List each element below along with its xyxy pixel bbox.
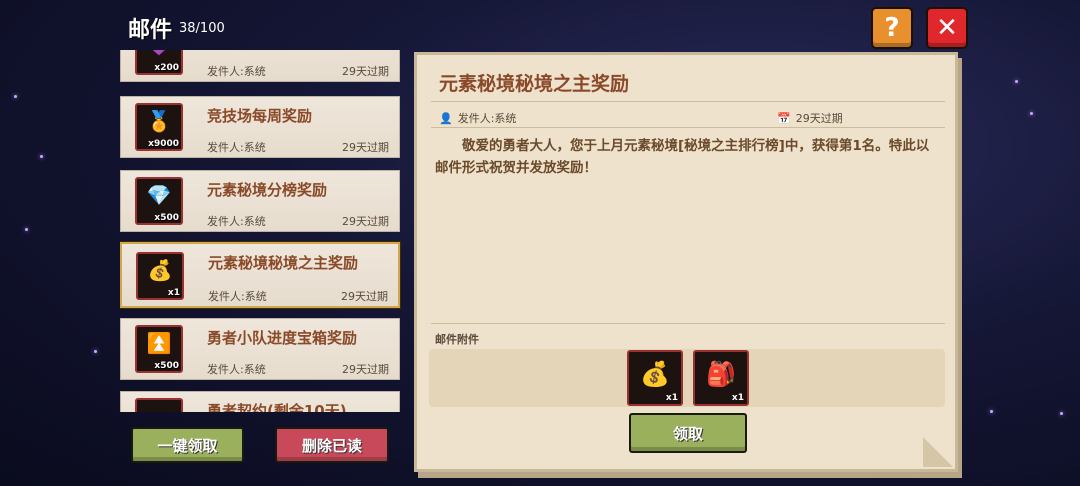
user-icon: 👤 — [439, 111, 453, 125]
item-quantity: x1 — [167, 288, 180, 298]
detail-sender-text: 发件人:系统 — [457, 112, 517, 125]
mail-item[interactable]: 🏅 x9000 竞技场每周奖励 发件人:系统 29天过期 — [120, 96, 400, 158]
detail-title: 元素秘境秘境之主奖励 — [439, 73, 630, 95]
mail-title: 勇者契约(剩余10天) — [207, 402, 347, 412]
star — [1030, 112, 1033, 115]
mail-item[interactable]: 💜 x200 发件人:系统 29天过期 — [120, 50, 400, 82]
calendar-icon: 📅 — [777, 111, 791, 125]
mail-item[interactable]: 💎 x500 元素秘境分榜奖励 发件人:系统 29天过期 — [120, 170, 400, 232]
page-curl — [923, 437, 953, 467]
mail-sender: 发件人:系统 — [207, 65, 266, 78]
mail-list[interactable]: 💜 x200 发件人:系统 29天过期 🏅 x9000 竞技场每周奖励 发件人:… — [120, 50, 402, 412]
divider — [431, 101, 945, 102]
mail-expire: 29天过期 — [342, 215, 389, 228]
star — [94, 350, 97, 353]
backpack-icon[interactable]: 🎒 x1 — [693, 350, 749, 406]
mail-expire: 29天过期 — [342, 363, 389, 376]
mail-title: 竞技场每周奖励 — [207, 107, 313, 125]
detail-sender: 👤 发件人:系统 — [439, 110, 516, 126]
mail-item-selected[interactable]: 💰 x1 元素秘境秘境之主奖励 发件人:系统 29天过期 — [120, 241, 401, 309]
star — [1015, 80, 1018, 83]
star — [1060, 412, 1063, 415]
medal-icon: 🏅 x9000 — [135, 103, 183, 151]
mail-sender: 发件人:系统 — [207, 215, 266, 228]
close-button[interactable]: ✕ — [926, 7, 968, 49]
item-quantity: x1 — [665, 393, 678, 403]
attachments-bar: 💰 x1 🎒 x1 — [429, 349, 945, 407]
star — [990, 410, 993, 413]
item-quantity: x1 — [731, 393, 744, 403]
mail-sender: 发件人:系统 — [208, 290, 267, 303]
mail-detail-panel: 元素秘境秘境之主奖励 👤 发件人:系统 📅 29天过期 敬爱的勇者大人，您于上月… — [414, 52, 958, 472]
page-title: 邮件 — [128, 18, 173, 43]
upgrade-arrow-icon: ⏫ x500 — [135, 325, 183, 373]
detail-expire-text: 29天过期 — [795, 112, 843, 125]
divider — [431, 127, 945, 128]
claim-all-button[interactable]: 一键领取 — [131, 427, 244, 463]
mail-count: 38/100 — [179, 21, 225, 36]
star — [25, 228, 28, 231]
mail-item[interactable]: ⏫ x500 勇者小队进度宝箱奖励 发件人:系统 29天过期 — [120, 318, 400, 380]
delete-read-button[interactable]: 删除已读 — [275, 427, 389, 463]
star — [40, 155, 43, 158]
detail-body: 敬爱的勇者大人，您于上月元素秘境[秘境之主排行榜]中，获得第1名。特此以邮件形式… — [435, 138, 930, 176]
mail-expire: 29天过期 — [342, 141, 389, 154]
item-quantity: x9000 — [148, 139, 179, 149]
claim-button[interactable]: 领取 — [629, 413, 747, 453]
gem-icon: 💜 x200 — [135, 50, 183, 75]
mail-sender: 发件人:系统 — [207, 363, 266, 376]
detail-expire: 📅 29天过期 — [777, 110, 843, 126]
mail-title: 元素秘境秘境之主奖励 — [208, 254, 359, 272]
mail-title: 勇者小队进度宝箱奖励 — [207, 329, 358, 347]
gold-treasure-icon[interactable]: 💰 x1 — [627, 350, 683, 406]
attachments-label: 邮件附件 — [435, 333, 479, 346]
star — [14, 95, 17, 98]
mail-expire: 29天过期 — [341, 290, 388, 303]
item-quantity: x500 — [154, 361, 179, 371]
help-button[interactable]: ? — [871, 7, 913, 49]
item-quantity: x500 — [154, 213, 179, 223]
contract-icon — [135, 398, 183, 412]
mail-sender: 发件人:系统 — [207, 141, 266, 154]
item-quantity: x200 — [154, 63, 179, 73]
gold-treasure-icon: 💰 x1 — [136, 252, 184, 300]
divider — [431, 323, 945, 324]
mail-item[interactable]: 勇者契约(剩余10天) — [120, 391, 400, 412]
mail-expire: 29天过期 — [342, 65, 389, 78]
diamond-icon: 💎 x500 — [135, 177, 183, 225]
mail-title: 元素秘境分榜奖励 — [207, 181, 328, 199]
